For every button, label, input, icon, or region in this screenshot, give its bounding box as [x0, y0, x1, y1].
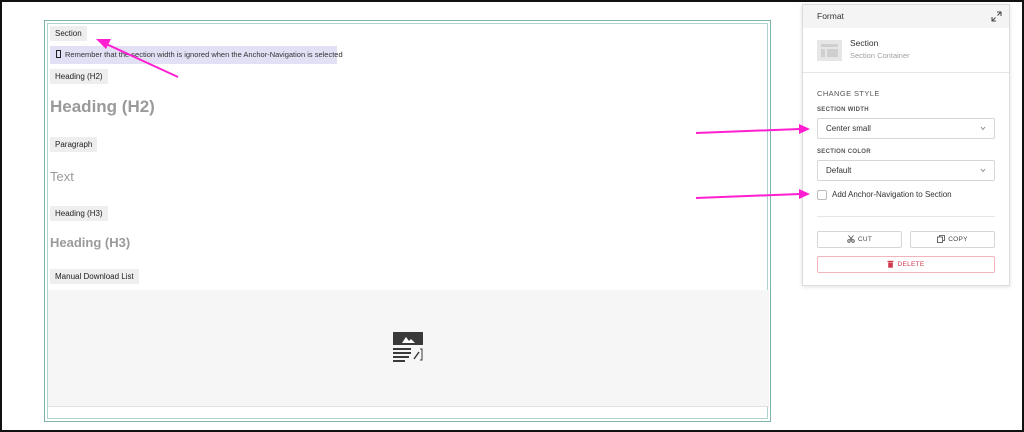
- section-color-label: SECTION COLOR: [817, 149, 871, 155]
- element-name: Section: [850, 38, 879, 48]
- section-width-label: SECTION WIDTH: [817, 107, 869, 113]
- format-panel: Format Section Section Container CHANGE …: [802, 4, 1010, 286]
- editor-canvas: Section Remember that the section width …: [44, 20, 771, 422]
- divider: [803, 72, 1009, 73]
- anchor-navigation-checkbox[interactable]: [817, 190, 827, 200]
- copy-icon: [937, 235, 946, 243]
- heading-h2[interactable]: Heading (H2): [50, 97, 155, 117]
- section-width-value: Center small: [826, 124, 871, 133]
- anchor-notice: Remember that the section width is ignor…: [50, 46, 343, 64]
- heading-h3-tag[interactable]: Heading (H3): [50, 206, 108, 221]
- cut-button[interactable]: CUT: [817, 231, 902, 248]
- format-panel-header: Format: [803, 5, 1009, 28]
- paragraph-text[interactable]: Text: [50, 169, 74, 184]
- element-type: Section Container: [850, 51, 910, 60]
- delete-label: DELETE: [897, 261, 925, 268]
- heading-h3[interactable]: Heading (H3): [50, 235, 130, 250]
- section-tag[interactable]: Section: [50, 26, 87, 41]
- delete-button[interactable]: DELETE: [817, 256, 995, 273]
- change-style-heading: CHANGE STYLE: [817, 89, 880, 98]
- divider: [817, 216, 995, 217]
- anchor-notice-text: Remember that the section width is ignor…: [65, 50, 343, 59]
- cut-label: CUT: [857, 236, 873, 243]
- section-width-select[interactable]: Center small: [817, 118, 995, 139]
- copy-label: COPY: [948, 236, 968, 243]
- copy-button[interactable]: COPY: [910, 231, 995, 248]
- image-document-placeholder-icon: [393, 332, 423, 362]
- download-list-block[interactable]: [48, 290, 769, 407]
- chevron-down-icon: [980, 126, 986, 131]
- section-container[interactable]: Section Remember that the section width …: [47, 23, 769, 419]
- collapse-arrows-icon[interactable]: [991, 11, 1002, 22]
- heading-h2-tag[interactable]: Heading (H2): [50, 69, 108, 84]
- paragraph-tag[interactable]: Paragraph: [50, 137, 98, 152]
- section-color-value: Default: [826, 166, 852, 175]
- section-container-icon: [817, 40, 842, 61]
- trash-icon: [887, 260, 894, 268]
- panel-title: Format: [817, 11, 844, 21]
- anchor-navigation-label[interactable]: Add Anchor-Navigation to Section: [832, 190, 952, 199]
- download-list-tag[interactable]: Manual Download List: [50, 269, 139, 284]
- scissors-icon: [847, 235, 855, 243]
- chevron-down-icon: [980, 168, 986, 173]
- section-color-select[interactable]: Default: [817, 160, 995, 181]
- warning-icon: [56, 50, 61, 58]
